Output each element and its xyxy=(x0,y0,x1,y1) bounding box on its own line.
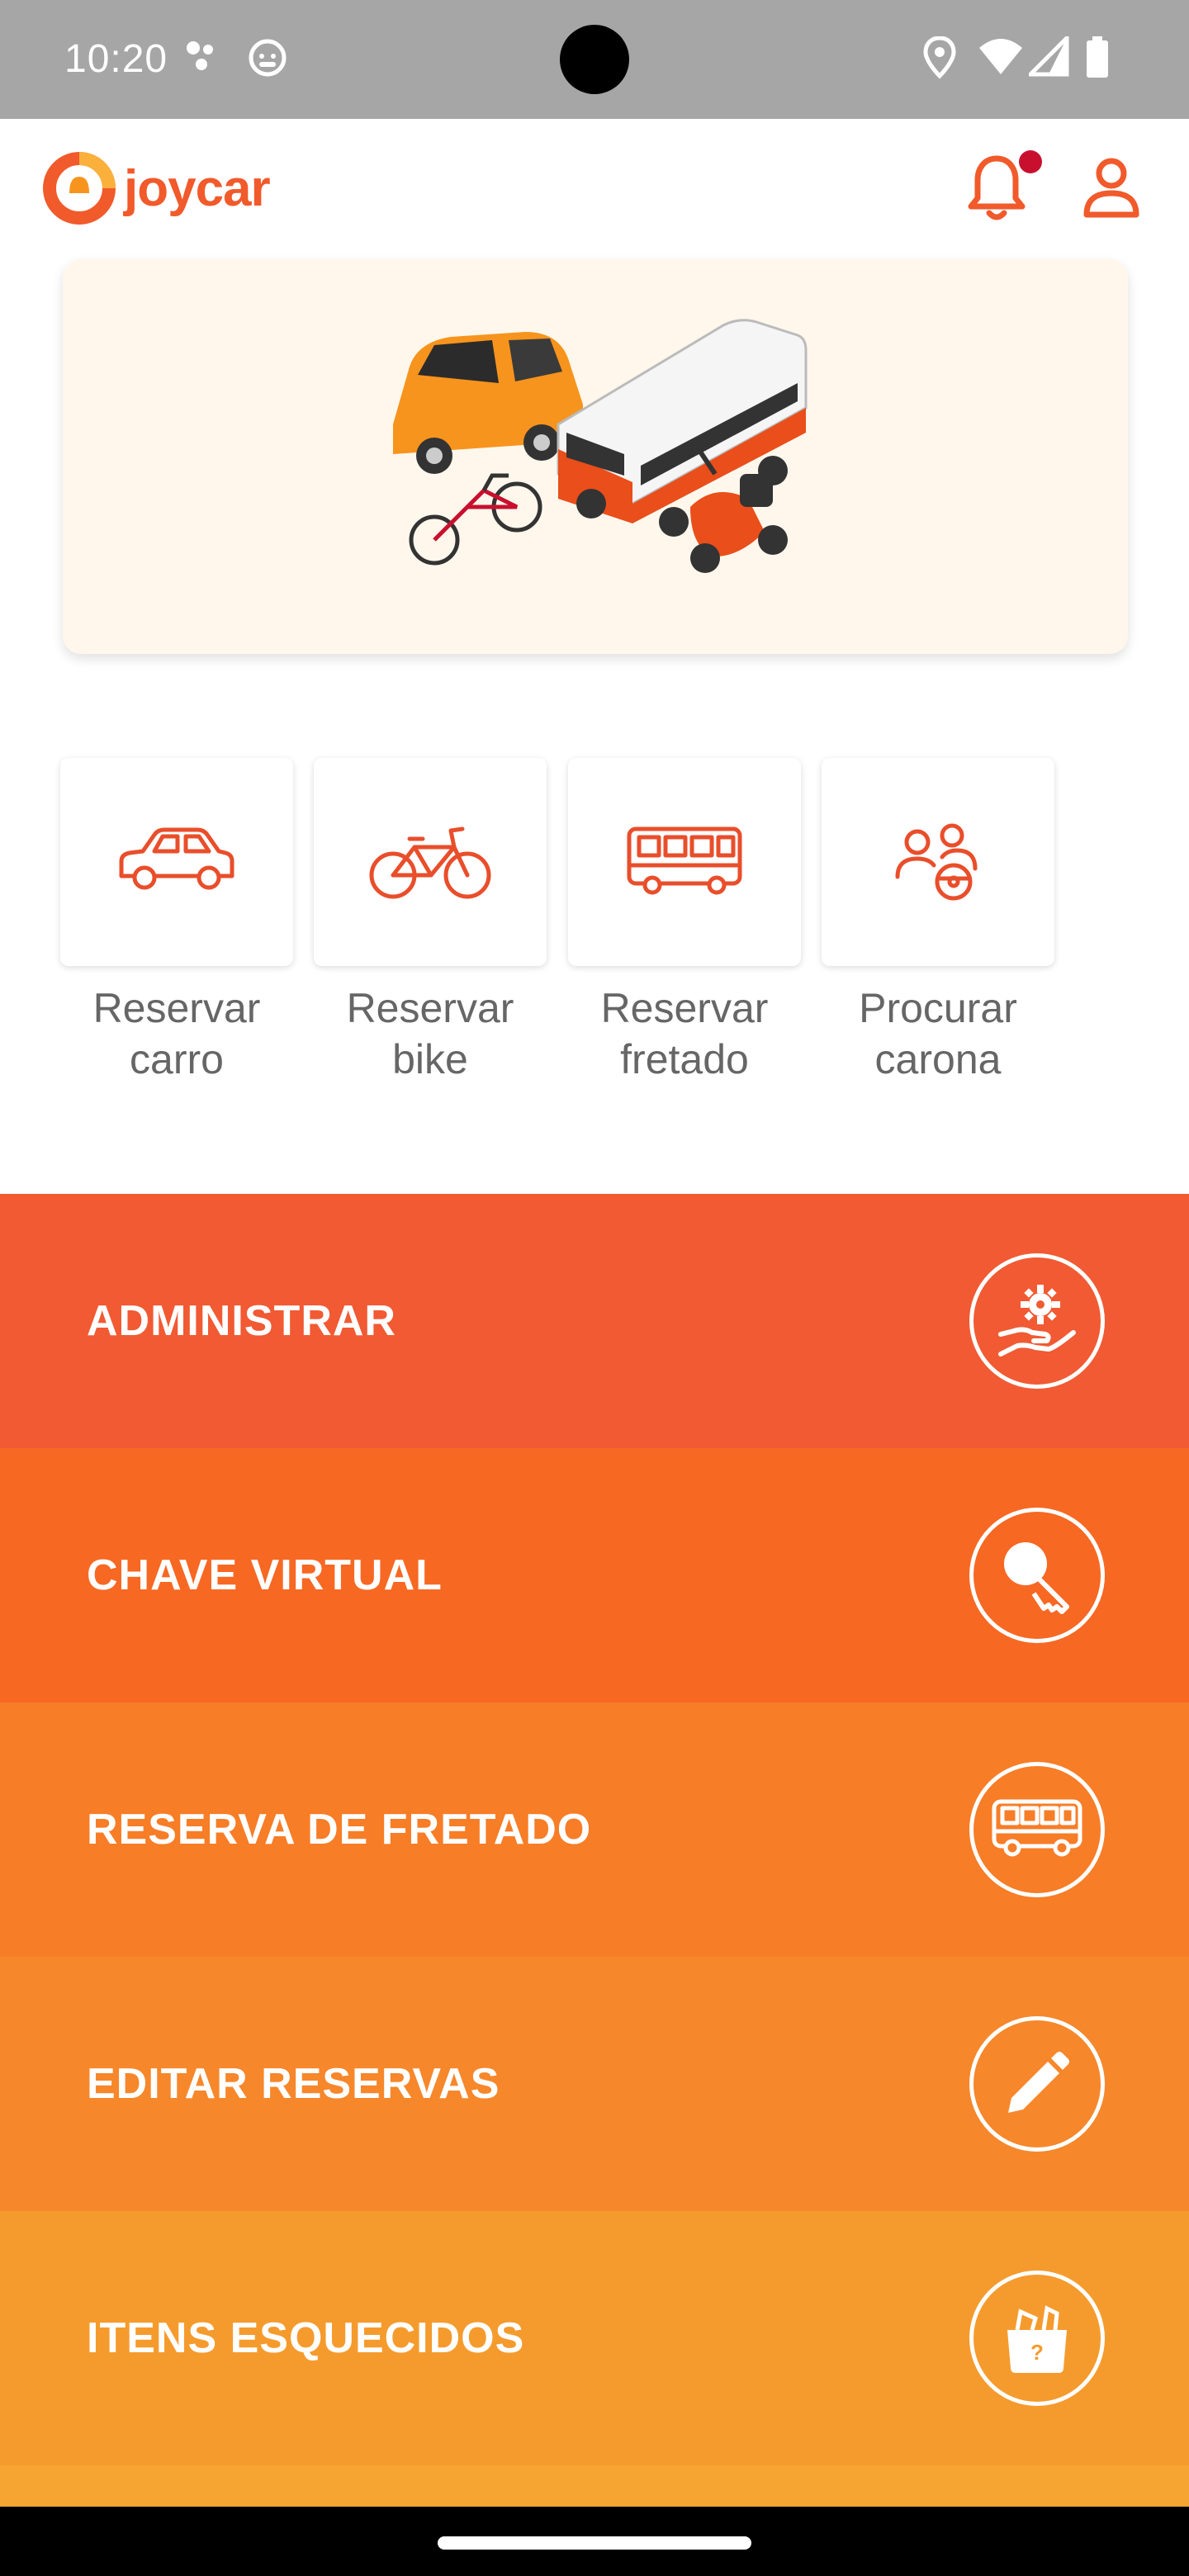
carpool-icon xyxy=(895,823,978,901)
quick-action-label: Procurar carona xyxy=(859,985,1017,1082)
quick-action-label: Reservar carro xyxy=(92,985,261,1082)
menu-next-partial xyxy=(0,2465,1189,2507)
notifications-bell-icon[interactable] xyxy=(966,152,1027,225)
quick-action-find-ride[interactable] xyxy=(822,758,1054,966)
menu-icon-circle: ? xyxy=(969,2271,1105,2406)
home-gesture-handle[interactable] xyxy=(438,2536,751,2550)
quick-action-reserve-bike[interactable] xyxy=(314,758,547,966)
menu-chave-virtual[interactable]: CHAVE VIRTUAL xyxy=(0,1448,1189,1702)
hand-gear-icon xyxy=(998,1285,1076,1357)
svg-text:?: ? xyxy=(1030,2340,1044,2365)
menu-label: RESERVA DE FRETADO xyxy=(87,1806,592,1854)
key-icon xyxy=(1004,1542,1069,1614)
battery-icon xyxy=(1087,36,1108,78)
menu-icon-circle xyxy=(969,2016,1105,2152)
user-profile-icon[interactable] xyxy=(1082,157,1141,220)
menu-administrar[interactable]: ADMINISTRAR xyxy=(0,1194,1189,1448)
bicycle-illustration xyxy=(409,473,542,566)
joycar-logo-icon xyxy=(43,152,116,225)
assistant-dots-icon xyxy=(187,41,213,70)
menu-label: CHAVE VIRTUAL xyxy=(87,1551,443,1599)
menu-label: ITENS ESQUECIDOS xyxy=(87,2314,525,2362)
quick-action-label: Reservar bike xyxy=(346,985,514,1082)
bus-icon xyxy=(627,826,742,895)
app-notification-icon xyxy=(249,39,287,77)
camera-cutout xyxy=(560,25,629,94)
wifi-icon xyxy=(979,39,1022,74)
menu-reserva-de-fretado[interactable]: RESERVA DE FRETADO xyxy=(0,1702,1189,1957)
car-illustration xyxy=(393,332,583,474)
joycar-logo[interactable]: joycar xyxy=(41,150,271,226)
menu-icon-circle xyxy=(969,1762,1105,1897)
pencil-icon xyxy=(1008,2052,1069,2113)
menu-icon-circle xyxy=(969,1253,1105,1389)
signal-icon xyxy=(1029,36,1069,77)
mobility-banner xyxy=(63,259,1128,654)
lost-items-box-icon: ? xyxy=(1007,2305,1067,2373)
vehicles-illustration xyxy=(393,319,808,573)
location-icon xyxy=(923,36,956,79)
notification-badge xyxy=(1019,150,1042,173)
status-bar: 10:20 xyxy=(0,0,1189,119)
bike-icon xyxy=(369,826,491,899)
status-time: 10:20 xyxy=(64,37,168,81)
car-icon xyxy=(119,827,234,890)
quick-action-reserve-car[interactable] xyxy=(60,758,293,966)
menu-editar-reservas[interactable]: EDITAR RESERVAS xyxy=(0,1957,1189,2211)
bus-icon xyxy=(992,1799,1082,1857)
menu-label: EDITAR RESERVAS xyxy=(87,2060,500,2108)
logo-text: joycar xyxy=(124,159,271,217)
menu-itens-esquecidos[interactable]: ITENS ESQUECIDOS ? xyxy=(0,2211,1189,2465)
quick-action-reserve-charter[interactable] xyxy=(568,758,801,966)
quick-action-label: Reservar fretado xyxy=(600,985,769,1082)
app-header: joycar xyxy=(0,119,1189,251)
menu-icon-circle xyxy=(969,1508,1105,1643)
menu-label: ADMINISTRAR xyxy=(87,1297,396,1345)
system-nav-bar xyxy=(0,2507,1189,2576)
